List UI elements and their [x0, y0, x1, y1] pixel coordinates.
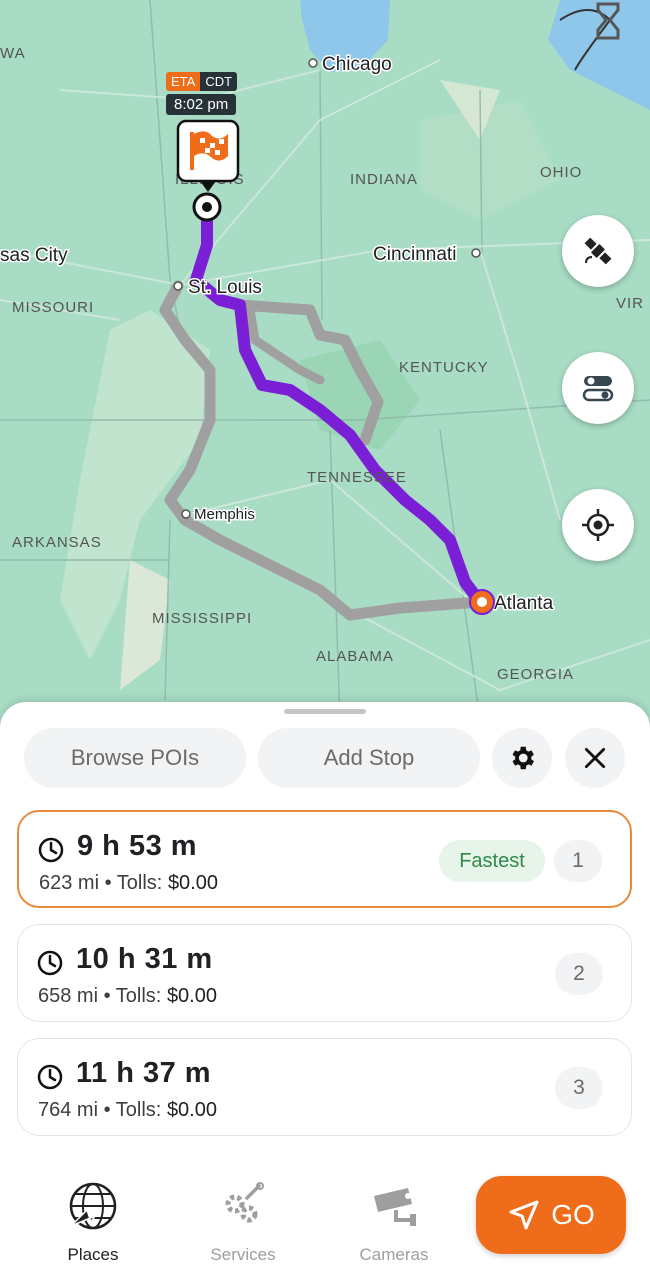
routes-sheet: Browse POIs Add Stop 9 h 53 m 623 mi • T… — [0, 702, 650, 1172]
finish-flag-icon — [176, 119, 240, 192]
add-stop-label: Add Stop — [323, 745, 415, 770]
satellite-button[interactable] — [562, 215, 634, 287]
city-label: sas City — [0, 245, 68, 266]
route-distance: 658 mi — [38, 985, 99, 1007]
nav-cameras[interactable]: Cameras — [334, 1180, 454, 1265]
route-duration: 9 h 53 m — [77, 830, 198, 862]
route-option-2[interactable]: 10 h 31 m 658 mi • Tolls: $0.00 2 — [17, 924, 632, 1022]
tolls-value: $0.00 — [166, 985, 217, 1007]
bottom-nav: Places Services Cameras GO — [0, 1150, 650, 1280]
gear-icon — [512, 746, 534, 770]
route-map[interactable]: INDIANA OHIO MISSOURI KENTUCKY TENNESSEE… — [0, 0, 650, 730]
tolls-label: Tolls: — [116, 872, 163, 894]
city-label: Atlanta — [494, 593, 554, 614]
state-label: VIR — [616, 295, 644, 312]
tolls-value: $0.00 — [167, 872, 218, 894]
toggle-icon — [582, 376, 614, 402]
browse-pois-button[interactable]: Browse POIs — [24, 728, 246, 788]
traffic-camera-icon — [374, 1188, 416, 1226]
city-label: Memphis — [194, 506, 255, 523]
clock-icon — [37, 1064, 63, 1090]
close-icon — [584, 747, 606, 769]
route-index: 2 — [555, 953, 603, 995]
route-meta: 623 mi • Tolls: $0.00 — [39, 872, 218, 894]
nav-places-label: Places — [67, 1245, 119, 1264]
state-label: GEORGIA — [497, 666, 574, 683]
close-button[interactable] — [565, 728, 625, 788]
navigation-arrow-icon — [509, 1200, 539, 1230]
nav-services[interactable]: Services — [183, 1180, 303, 1265]
add-stop-button[interactable]: Add Stop — [258, 728, 480, 788]
route-meta: 764 mi • Tolls: $0.00 — [38, 1099, 217, 1121]
nav-services-label: Services — [210, 1245, 276, 1264]
city-label: Chicago — [322, 54, 392, 75]
satellite-icon — [584, 237, 612, 265]
globe-plane-icon — [69, 1182, 117, 1230]
route-distance: 623 mi — [39, 872, 100, 894]
nav-cameras-label: Cameras — [359, 1245, 429, 1264]
state-label: OHIO — [540, 164, 582, 181]
go-label: GO — [551, 1199, 595, 1230]
route-option-1[interactable]: 9 h 53 m 623 mi • Tolls: $0.00 Fastest 1 — [17, 810, 632, 908]
state-label: MISSISSIPPI — [152, 610, 252, 627]
route-option-3[interactable]: 11 h 37 m 764 mi • Tolls: $0.00 3 — [17, 1038, 632, 1136]
eta-tag: ETA — [166, 72, 201, 91]
city-label: Cincinnati — [373, 244, 456, 265]
route-index: 1 — [554, 840, 602, 882]
state-label: TENNESSEE — [307, 469, 407, 486]
state-label: MISSOURI — [12, 299, 94, 316]
tolls-value: $0.00 — [166, 1099, 217, 1121]
go-button[interactable]: GO — [476, 1176, 626, 1254]
eta-label: ETA CDT 8:02 pm — [166, 72, 246, 115]
recenter-button[interactable] — [562, 489, 634, 561]
route-duration: 10 h 31 m — [76, 943, 213, 975]
clock-icon — [38, 837, 64, 863]
eta-time: 8:02 pm — [166, 94, 237, 115]
sheet-drag-handle[interactable] — [284, 709, 366, 714]
city-label: St. Louis — [188, 277, 262, 298]
state-label: INDIANA — [350, 171, 418, 188]
tolls-label: Tolls: — [115, 1099, 162, 1121]
clock-icon — [37, 950, 63, 976]
route-index: 3 — [555, 1067, 603, 1109]
tolls-label: Tolls: — [115, 985, 162, 1007]
map-canvas[interactable]: INDIANA OHIO MISSOURI KENTUCKY TENNESSEE… — [0, 0, 650, 730]
state-label: ARKANSAS — [12, 534, 102, 551]
crosshair-icon — [582, 509, 614, 541]
gears-wrench-icon — [225, 1182, 264, 1223]
browse-pois-label: Browse POIs — [70, 745, 200, 770]
layers-toggle-button[interactable] — [562, 352, 634, 424]
state-label: ALABAMA — [316, 648, 394, 665]
fastest-badge: Fastest — [439, 840, 545, 882]
route-duration: 11 h 37 m — [76, 1057, 212, 1089]
route-distance: 764 mi — [38, 1099, 99, 1121]
route-meta: 658 mi • Tolls: $0.00 — [38, 985, 217, 1007]
state-label: WA — [0, 45, 26, 62]
timezone-tag: CDT — [200, 72, 238, 91]
state-label: KENTUCKY — [399, 359, 489, 376]
route-settings-button[interactable] — [492, 728, 552, 788]
nav-places[interactable]: Places — [33, 1180, 153, 1265]
